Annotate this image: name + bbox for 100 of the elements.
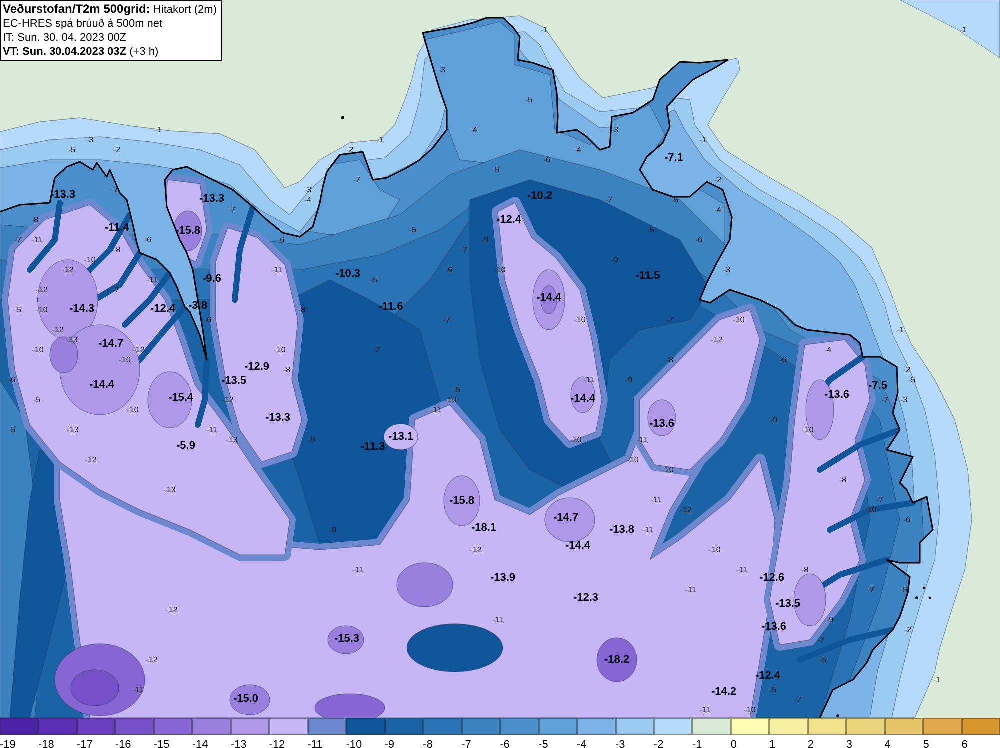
contour-value-label: -12: [222, 396, 234, 404]
contour-value-label: -8: [666, 356, 674, 364]
contour-value-label: -12: [470, 546, 482, 554]
contour-value-label: -4: [470, 126, 478, 134]
contour-value-label: -5: [769, 686, 777, 694]
temperature-value-label: -10.3: [335, 268, 361, 280]
contour-value-label: -11: [132, 686, 144, 694]
contour-value-label: -10: [802, 426, 814, 434]
legend-tick-label: -18: [38, 739, 54, 748]
contour-value-label: -12: [62, 266, 74, 274]
contour-value-label: -12: [52, 326, 64, 334]
init-time: IT: Sun. 30. 04. 2023 00Z: [3, 31, 128, 45]
temperature-value-label: -13.5: [221, 375, 247, 387]
legend-tick-label: 1: [769, 739, 776, 748]
temperature-value-label: -13.6: [649, 418, 675, 430]
temperature-value-label: -13.5: [775, 598, 801, 610]
contour-value-label: -1: [154, 126, 162, 134]
temperature-value-label: -13.9: [490, 572, 516, 584]
legend-tick-label: -16: [115, 739, 132, 748]
contour-value-label: -11: [352, 566, 364, 574]
contour-value-label: -10: [494, 266, 506, 274]
contour-value-label: -10: [865, 506, 877, 514]
temperature-value-label: -13.8: [609, 524, 635, 536]
contour-value-label: -4: [824, 346, 832, 354]
legend-tick-label: -17: [76, 739, 93, 748]
contour-value-label: -12: [166, 606, 178, 614]
temperature-value-label: -15.8: [449, 495, 475, 507]
contour-value-label: -6: [543, 156, 551, 164]
temperature-value-label: -14.3: [69, 303, 95, 315]
legend-tick-label: -6: [500, 739, 510, 748]
temperature-value-label: -18.2: [604, 654, 630, 666]
contour-value-label: -5: [308, 436, 316, 444]
contour-value-label: -7: [666, 316, 674, 324]
contour-value-label: -7: [794, 696, 802, 704]
contour-value-label: -9: [770, 416, 778, 424]
temperature-value-label: -12.4: [496, 214, 522, 226]
legend-tick-label: 3: [846, 739, 852, 748]
contour-value-label: -5: [819, 656, 827, 664]
contour-value-label: -10: [574, 316, 586, 324]
contour-value-label: -7: [876, 496, 884, 504]
contour-value-label: -6: [695, 236, 703, 244]
contour-value-label: -6: [8, 376, 16, 384]
contour-value-label: -11: [686, 586, 696, 594]
contour-value-label: -6: [144, 236, 152, 244]
contour-value-label: -7: [228, 206, 236, 214]
contour-value-label: -7: [111, 186, 119, 194]
contour-value-label: -1: [540, 26, 548, 34]
contour-value-label: -9: [329, 526, 337, 534]
contour-value-label: -5: [525, 96, 533, 104]
temperature-value-label: -9.6: [202, 273, 222, 285]
legend-tick-label: -11: [308, 739, 323, 748]
contour-value-label: -11: [430, 406, 442, 414]
temperature-value-label: -11.3: [360, 441, 386, 453]
contour-value-label: -3: [611, 126, 619, 134]
contour-value-label: -11: [272, 266, 282, 274]
legend-tick-label: -9: [384, 739, 394, 748]
contour-value-label: -11: [206, 426, 218, 434]
legend-tick-label: -8: [423, 739, 433, 748]
contour-value-label: -7: [867, 586, 875, 594]
legend-tick-label: -2: [654, 739, 664, 748]
temperature-value-label: -13.3: [50, 189, 76, 201]
temperature-value-label: -14.4: [89, 379, 115, 391]
contour-value-label: -8: [298, 306, 306, 314]
contour-value-label: -2: [714, 176, 722, 184]
temperature-value-label: -14.4: [570, 393, 596, 405]
contour-value-label: -13: [67, 426, 79, 434]
contour-value-label: -4: [304, 196, 312, 204]
contour-value-label: -12: [680, 506, 692, 514]
contour-value-label: -9: [625, 376, 633, 384]
legend-tick-label: -10: [346, 739, 362, 748]
contour-value-label: -7: [353, 176, 361, 184]
contour-value-label: -8: [31, 216, 39, 224]
contour-value-label: -1: [376, 136, 384, 144]
temperature-value-label: -12.9: [244, 361, 270, 373]
contour-value-label: -10: [445, 396, 457, 404]
temperature-value-label: -11.6: [378, 301, 404, 313]
temperature-value-label: -13.6: [761, 621, 787, 633]
temperature-value-label: -14.2: [711, 686, 737, 698]
contour-value-label: -10: [744, 706, 756, 714]
contour-value-label: -9: [481, 236, 489, 244]
contour-value-label: -5: [900, 586, 908, 594]
contour-value-label: -11: [492, 616, 504, 624]
temperature-value-label: -18.1: [471, 522, 497, 534]
contour-value-label: -3: [723, 266, 731, 274]
contour-value-label: -10: [274, 346, 286, 354]
contour-value-label: -1: [699, 136, 707, 144]
legend-tick-label: 5: [923, 739, 930, 748]
contour-value-label: -6: [779, 356, 787, 364]
contour-value-label: -10: [627, 456, 639, 464]
legend-tick-label: -13: [230, 739, 247, 748]
contour-value-label: -12: [711, 336, 723, 344]
contour-value-label: -5: [908, 376, 916, 384]
contour-value-label: -12: [146, 656, 158, 664]
temperature-value-label: -14.4: [565, 540, 591, 552]
contour-value-label: -11: [736, 566, 748, 574]
temperature-value-label: -13.1: [388, 431, 414, 443]
contour-value-label: -5: [14, 306, 22, 314]
contour-value-label: -8: [839, 476, 847, 484]
temperature-value-label: -15.0: [233, 693, 259, 705]
model-description: EC-HRES spá brúuð á 500m net: [3, 17, 164, 31]
